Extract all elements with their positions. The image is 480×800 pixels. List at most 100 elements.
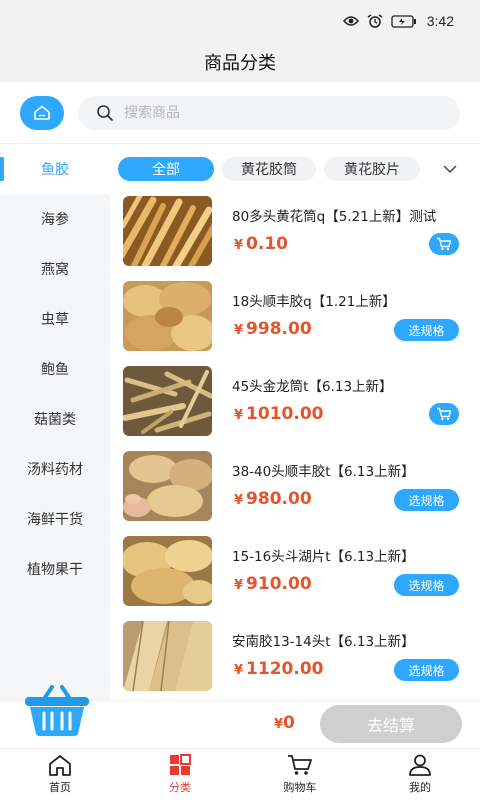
product-name: 80多头黄花筒q【5.21上新】测试 [232,209,437,225]
cart-total: ¥0 [274,713,295,733]
product-item[interactable]: 45头金龙筒t【6.13上新】 ¥1010.00 [110,364,480,449]
product-image [123,366,212,436]
currency-symbol: ¥ [234,238,244,253]
sidebar-item-label: 植物果干 [27,562,83,578]
product-name: 38-40头顺丰胶t【6.13上新】 [232,464,415,480]
page-title: 商品分类 [204,53,276,74]
sidebar-item-soup-herbs[interactable]: 汤料药材 [0,444,110,494]
total-value: 0 [283,713,295,733]
tab-home[interactable]: 首页 [0,749,120,800]
alarm-icon [367,14,383,28]
sidebar-item-label: 海参 [41,212,69,228]
product-price: ¥1010.00 [234,404,323,424]
cart-icon [437,237,452,251]
sidebar-item-abalone[interactable]: 鲍鱼 [0,344,110,394]
product-item[interactable]: 38-40头顺丰胶t【6.13上新】 ¥980.00 选规格 [110,449,480,534]
product-item[interactable]: 安南胶13-14头t【6.13上新】 ¥1120.00 选规格 [110,619,480,700]
product-item[interactable]: 15-16头斗湖片t【6.13上新】 ¥910.00 选规格 [110,534,480,619]
home-outline-icon [34,105,50,120]
product-list: 80多头黄花筒q【5.21上新】测试 ¥0.10 18头顺丰胶q【1.21上新】… [110,194,480,700]
category-sidebar: 鱼胶 海参 燕窝 虫草 鲍鱼 菇菌类 汤料药材 海鲜干货 植物果干 [0,144,110,700]
sidebar-item-label: 菇菌类 [34,412,76,428]
currency-symbol: ¥ [234,578,244,593]
status-bar: 3:42 [0,0,480,42]
sidebar-item-mushrooms[interactable]: 菇菌类 [0,394,110,444]
sidebar-item-dried-seafood[interactable]: 海鲜干货 [0,494,110,544]
title-bar: 商品分类 [0,42,480,82]
add-to-cart-button[interactable] [429,403,459,425]
select-spec-button[interactable]: 选规格 [394,489,459,511]
subtab-tube[interactable]: 黄花胶筒 [222,157,316,181]
checkout-bar: ¥0 去结算 [0,685,480,748]
cart-icon [288,755,312,775]
tab-profile[interactable]: 我的 [360,749,480,800]
subcategory-tabs: 全部 黄花胶筒 黄花胶片 [110,144,480,194]
sidebar-item-label: 虫草 [41,312,69,328]
product-image [123,536,212,606]
search-icon [97,105,113,121]
search-box[interactable] [78,96,460,130]
search-row [0,82,480,144]
currency-symbol: ¥ [234,408,244,423]
product-name: 45头金龙筒t【6.13上新】 [232,379,393,395]
select-spec-button[interactable]: 选规格 [394,574,459,596]
tab-label: 首页 [49,781,71,794]
sidebar-item-label: 海鲜干货 [27,512,83,528]
sidebar-item-label: 鲍鱼 [41,362,69,378]
tab-cart[interactable]: 购物车 [240,749,360,800]
product-image [123,451,212,521]
currency-symbol: ¥ [274,717,284,732]
product-item[interactable]: 18头顺丰胶q【1.21上新】 ¥998.00 选规格 [110,279,480,364]
battery-icon [391,14,417,28]
tab-label: 我的 [409,781,431,794]
product-image [123,196,212,266]
product-name: 安南胶13-14头t【6.13上新】 [232,634,415,650]
sidebar-item-cordyceps[interactable]: 虫草 [0,294,110,344]
price-value: 998.00 [246,319,312,339]
sidebar-item-fish-maw[interactable]: 鱼胶 [0,144,110,194]
product-price: ¥910.00 [234,574,312,594]
product-image [123,281,212,351]
sidebar-item-birds-nest[interactable]: 燕窝 [0,244,110,294]
product-price: ¥0.10 [234,234,288,254]
product-price: ¥1120.00 [234,659,323,679]
sidebar-item-label: 鱼胶 [41,162,69,178]
bottom-tab-bar: 首页 分类 购物车 我的 [0,748,480,800]
status-time: 3:42 [426,13,454,29]
category-icon [170,754,191,775]
search-input[interactable] [124,105,424,121]
sidebar-item-label: 汤料药材 [27,462,83,478]
currency-symbol: ¥ [234,323,244,338]
add-to-cart-button[interactable] [429,233,459,255]
price-value: 1120.00 [246,659,324,679]
product-price: ¥980.00 [234,489,312,509]
price-value: 1010.00 [246,404,324,424]
sidebar-item-dried-fruits[interactable]: 植物果干 [0,544,110,594]
currency-symbol: ¥ [234,663,244,678]
select-spec-button[interactable]: 选规格 [394,319,459,341]
checkout-button[interactable]: 去结算 [320,705,462,743]
price-value: 910.00 [246,574,312,594]
cart-icon [437,407,452,421]
home-button[interactable] [20,96,64,130]
product-price: ¥998.00 [234,319,312,339]
currency-symbol: ¥ [234,493,244,508]
basket-icon[interactable] [22,685,92,737]
product-image [123,621,212,691]
product-name: 15-16头斗湖片t【6.13上新】 [232,549,415,565]
tab-label: 分类 [169,781,191,794]
chevron-down-icon[interactable] [442,161,458,177]
home-icon [49,755,71,776]
user-icon [409,754,431,776]
subtab-slice[interactable]: 黄花胶片 [324,157,420,181]
product-item[interactable]: 80多头黄花筒q【5.21上新】测试 ¥0.10 [110,194,480,279]
tab-label: 购物车 [283,781,317,794]
tab-category[interactable]: 分类 [120,749,240,800]
select-spec-button[interactable]: 选规格 [394,659,459,681]
subtab-all[interactable]: 全部 [118,157,214,181]
sidebar-item-label: 燕窝 [41,262,69,278]
price-value: 0.10 [246,234,288,254]
app-root: 3:42 商品分类 鱼胶 海参 燕窝 虫草 鲍鱼 菇菌类 汤料药材 海鲜干货 植… [0,0,480,800]
price-value: 980.00 [246,489,312,509]
sidebar-item-sea-cucumber[interactable]: 海参 [0,194,110,244]
